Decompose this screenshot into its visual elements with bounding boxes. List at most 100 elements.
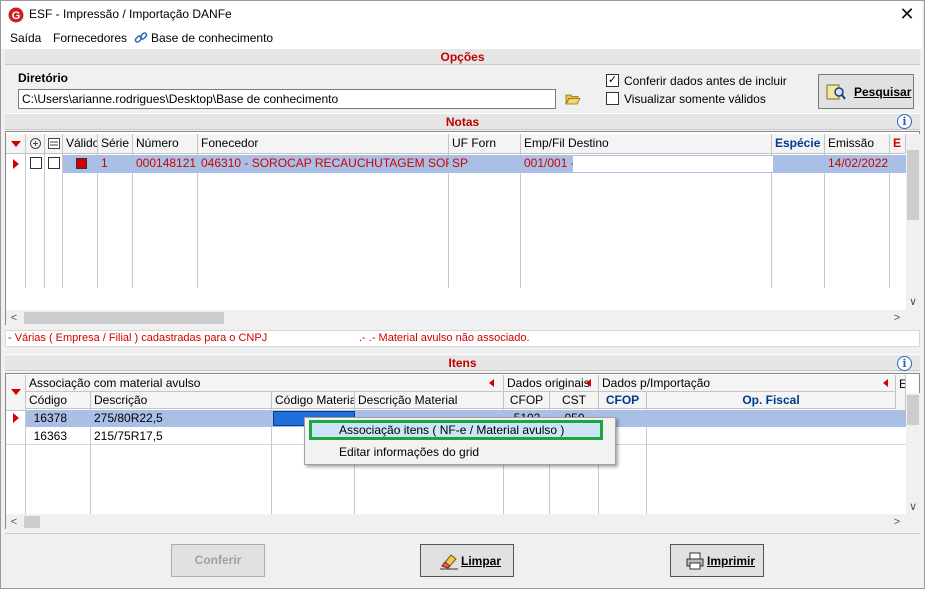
menu-fornecedores[interactable]: Fornecedores: [53, 31, 127, 45]
col-uf[interactable]: UF Forn: [449, 134, 521, 154]
table-row[interactable]: 1 000148121 046310 - SOROCAP RECAUCHUTAG…: [6, 155, 906, 173]
itens-hscrollbar[interactable]: [6, 514, 920, 530]
notas-hscroll-thumb[interactable]: [24, 312, 224, 324]
scroll-left-icon[interactable]: <: [6, 514, 22, 530]
info-icon[interactable]: i: [897, 356, 912, 371]
visualizar-checkbox[interactable]: [606, 92, 619, 105]
pesquisar-label: Pesquisar: [854, 85, 912, 99]
itens-vscroll-thumb[interactable]: [907, 395, 919, 425]
document-icon: [48, 138, 60, 149]
row-print-checkbox[interactable]: [30, 157, 42, 169]
scroll-down-icon[interactable]: ∨: [905, 294, 921, 310]
notas-header: Notas: [5, 113, 920, 130]
window-title: ESF - Impressão / Importação DANFe: [29, 7, 232, 21]
printer-icon: [686, 552, 704, 570]
svg-text:G: G: [12, 10, 21, 22]
diretorio-label: Diretório: [18, 71, 69, 85]
group-e: E: [896, 375, 906, 411]
scroll-right-icon[interactable]: >: [889, 310, 905, 326]
destino-edit-field[interactable]: [573, 156, 773, 172]
imprimir-button[interactable]: Imprimir: [670, 544, 764, 577]
cell-fornecedor: 046310 - SOROCAP RECAUCHUTAGEM SOROC...: [201, 156, 449, 170]
cell-codigo: 16363: [33, 429, 67, 443]
col-e[interactable]: E: [890, 134, 906, 154]
divider: [5, 533, 920, 534]
scroll-down-icon[interactable]: ∨: [905, 499, 921, 515]
cell-descricao: 275/80R22,5: [94, 411, 163, 425]
printer-link-icon: [30, 138, 41, 149]
cell-numero: 000148121: [136, 156, 197, 170]
row-doc-checkbox[interactable]: [48, 157, 60, 169]
grid-line: [889, 154, 890, 288]
collapse-left-icon[interactable]: [883, 379, 888, 387]
notas-doc-col-header: [45, 134, 63, 154]
group-assoc: Associação com material avulso: [26, 375, 504, 392]
col-op-fiscal[interactable]: Op. Fiscal: [647, 392, 896, 409]
col-serie[interactable]: Série: [98, 134, 133, 154]
col-descricao-material[interactable]: Descrição Material: [355, 392, 504, 409]
cell-destino: 001/001 -: [524, 156, 575, 170]
scroll-right-icon[interactable]: >: [889, 514, 905, 530]
scroll-left-icon[interactable]: <: [6, 310, 22, 326]
col-emissao[interactable]: Emissão: [825, 134, 890, 154]
group-orig: Dados originais: [504, 375, 599, 392]
group-imp-label: Dados p/Importação: [602, 376, 711, 390]
context-menu-associacao[interactable]: Associação itens ( NF-e / Material avuls…: [339, 423, 564, 437]
col-destino[interactable]: Emp/Fil Destino: [521, 134, 772, 154]
status-right: .- .- Material avulso não associado.: [359, 332, 530, 344]
col-codigo-material[interactable]: Código Material: [272, 392, 355, 409]
sort-down-icon: [11, 141, 21, 147]
grid-line: [25, 154, 26, 288]
itens-hscroll-thumb[interactable]: [24, 516, 40, 528]
notas-indicator-header: [6, 134, 26, 154]
context-menu-editar[interactable]: Editar informações do grid: [339, 445, 479, 459]
notas-vscroll-thumb[interactable]: [907, 150, 919, 220]
menu-saida[interactable]: Saída: [10, 31, 41, 45]
invalid-flag-icon: [76, 158, 87, 169]
group-orig-label: Dados originais: [507, 376, 590, 390]
info-icon[interactable]: i: [897, 114, 912, 129]
col-cfop-imp[interactable]: CFOP: [599, 392, 647, 409]
col-valido[interactable]: Válido: [63, 134, 98, 154]
conferir-label: Conferir dados antes de incluir: [624, 74, 787, 88]
pesquisar-button[interactable]: Pesquisar: [818, 74, 914, 109]
col-numero[interactable]: Número: [133, 134, 198, 154]
grid-line: [132, 154, 133, 288]
diretorio-input[interactable]: C:\Users\arianne.rodrigues\Desktop\Base …: [18, 89, 556, 109]
col-fornecedor[interactable]: Fonecedor: [198, 134, 449, 154]
menu-base-conhecimento[interactable]: Base de conhecimento: [151, 31, 273, 45]
limpar-button[interactable]: Limpar: [420, 544, 514, 577]
close-icon[interactable]: ✕: [896, 3, 918, 25]
grid-line: [62, 154, 63, 288]
eraser-icon: [440, 554, 458, 570]
limpar-label: Limpar: [461, 554, 502, 568]
link-icon: [134, 32, 148, 43]
status-bar: - Várias ( Empresa / Filial ) cadastrada…: [5, 330, 920, 347]
cell-uf: SP: [452, 156, 469, 170]
col-cst[interactable]: CST: [550, 392, 599, 409]
collapse-left-icon[interactable]: [489, 379, 494, 387]
grid-line: [824, 154, 825, 288]
opcoes-header: Opções: [5, 48, 920, 65]
status-left: - Várias ( Empresa / Filial ) cadastrada…: [8, 332, 268, 344]
col-codigo[interactable]: Código: [26, 392, 91, 409]
itens-indicator-header: [6, 375, 26, 411]
col-descricao[interactable]: Descrição: [91, 392, 272, 409]
current-row-icon: [13, 159, 19, 169]
notas-print-col-header: [26, 134, 45, 154]
conferir-button[interactable]: Conferir: [171, 544, 265, 577]
col-especie[interactable]: Espécie: [772, 134, 825, 154]
search-folder-icon: [826, 84, 846, 100]
grid-line: [197, 154, 198, 288]
sort-down-icon: [11, 389, 21, 395]
conferir-checkbox[interactable]: ✓: [606, 74, 619, 87]
current-row-icon: [13, 413, 19, 423]
folder-open-icon[interactable]: [565, 92, 581, 106]
cell-serie: 1: [101, 156, 108, 170]
app-logo-icon: G: [8, 7, 24, 23]
cell-codigo: 16378: [33, 411, 67, 425]
grid-line: [448, 154, 449, 288]
collapse-left-icon[interactable]: [586, 379, 591, 387]
col-cfop-orig[interactable]: CFOP: [504, 392, 550, 409]
cell-descricao: 215/75R17,5: [94, 429, 163, 443]
